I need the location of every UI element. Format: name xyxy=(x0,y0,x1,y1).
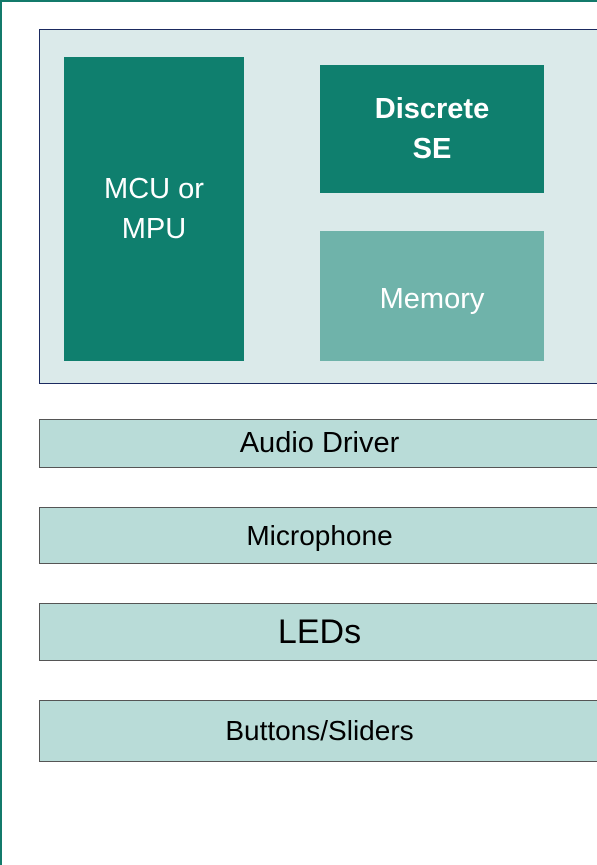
leds-label: LEDs xyxy=(277,612,362,651)
leds-bar: LEDs xyxy=(39,603,597,661)
audio-driver-bar: Audio Driver xyxy=(39,419,597,468)
memory-block: Memory xyxy=(320,231,544,361)
microphone-label: Microphone xyxy=(246,519,393,551)
mcu-label: MCU or MPU xyxy=(104,173,204,245)
buttons-sliders-bar: Buttons/Sliders xyxy=(39,700,597,762)
secure-element-block: Discrete SE xyxy=(320,65,544,193)
microphone-bar: Microphone xyxy=(39,507,597,564)
mcu-block: MCU or MPU xyxy=(64,57,244,361)
buttons-sliders-label: Buttons/Sliders xyxy=(225,715,414,746)
memory-label: Memory xyxy=(379,282,485,315)
audio-driver-label: Audio Driver xyxy=(239,427,400,459)
secure-element-label: Discrete SE xyxy=(374,93,490,165)
